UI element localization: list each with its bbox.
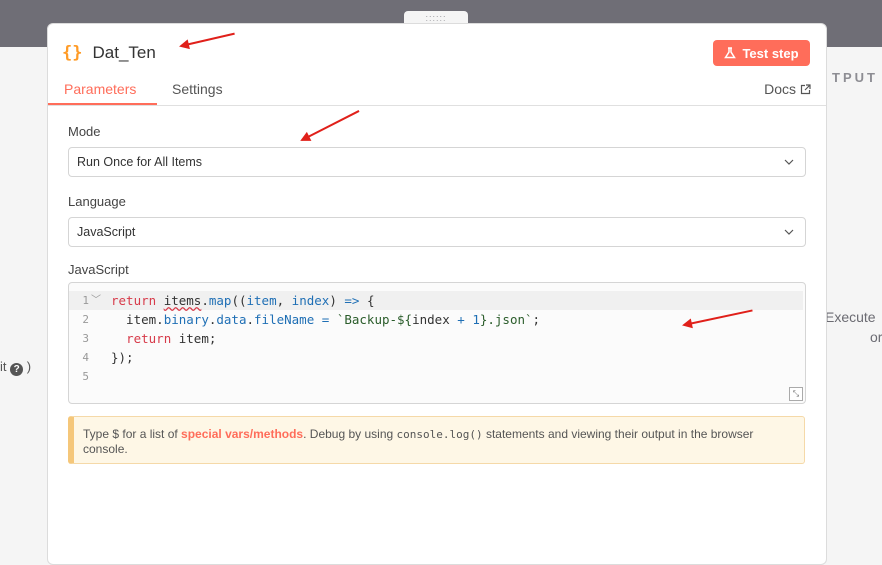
mode-label: Mode	[68, 124, 101, 139]
input-hint: it ? )	[0, 359, 31, 376]
expand-editor-icon[interactable]: ⤡	[789, 387, 803, 401]
tab-settings[interactable]: Settings	[172, 81, 223, 97]
tab-bar: Parameters Settings	[48, 74, 826, 106]
output-or-hint: or	[870, 329, 882, 345]
braces-icon: {}	[62, 43, 83, 63]
mode-value: Run Once for All Items	[77, 155, 203, 169]
code-line: 1 ﹀ return items.map((item, index) => {	[69, 291, 803, 310]
special-vars-link[interactable]: special vars/methods	[181, 427, 303, 441]
notice-middle: . Debug by using	[303, 427, 397, 441]
line-number: 5	[82, 370, 89, 383]
input-hint-text: it	[0, 359, 7, 374]
language-label: Language	[68, 194, 126, 209]
chevron-down-icon	[784, 229, 794, 235]
docs-link[interactable]: Docs	[764, 81, 811, 97]
code-hint-notice: Type $ for a list of special vars/method…	[68, 416, 805, 464]
active-tab-indicator	[48, 103, 157, 105]
test-step-label: Test step	[742, 45, 799, 61]
test-step-button[interactable]: Test step	[713, 40, 810, 66]
code-text: });	[111, 350, 134, 365]
node-header: {} Dat_Ten	[62, 38, 156, 68]
code-line: 5	[69, 367, 803, 386]
code-text: item.binary.data.fileName = `Backup-${in…	[111, 312, 541, 327]
notice-code: console.log()	[396, 428, 483, 441]
mode-select[interactable]: Run Once for All Items	[68, 147, 806, 177]
line-number: 1	[82, 294, 89, 307]
line-number: 3	[82, 332, 89, 345]
language-value: JavaScript	[77, 225, 136, 239]
code-line: 4 });	[69, 348, 803, 367]
code-label: JavaScript	[68, 262, 129, 277]
notice-prefix: Type $ for a list of	[83, 427, 182, 441]
language-select[interactable]: JavaScript	[68, 217, 806, 247]
node-settings-panel: {} Dat_Ten Test step Parameters Settings…	[47, 23, 827, 565]
line-number: 2	[82, 313, 89, 326]
output-panel-label: TPUT	[832, 70, 878, 85]
code-line: 3 return item;	[69, 329, 803, 348]
input-hint-close: )	[26, 359, 32, 374]
fold-arrow-icon[interactable]: ﹀	[91, 291, 101, 310]
node-title[interactable]: Dat_Ten	[92, 43, 155, 63]
code-line: 2 item.binary.data.fileName = `Backup-${…	[69, 310, 803, 329]
code-text: return items.map((item, index) => {	[111, 293, 375, 308]
chevron-down-icon	[784, 159, 794, 165]
output-execute-hint: Execute	[825, 309, 876, 325]
line-number: 4	[82, 351, 89, 364]
flask-icon	[724, 47, 737, 59]
tab-parameters[interactable]: Parameters	[64, 81, 136, 97]
code-editor[interactable]: 1 ﹀ return items.map((item, index) => { …	[68, 282, 806, 404]
help-icon[interactable]: ?	[10, 363, 24, 376]
docs-label: Docs	[764, 81, 796, 97]
external-link-icon	[800, 83, 811, 94]
notice-text: Type $ for a list of special vars/method…	[83, 427, 798, 457]
code-text: return item;	[126, 331, 217, 346]
